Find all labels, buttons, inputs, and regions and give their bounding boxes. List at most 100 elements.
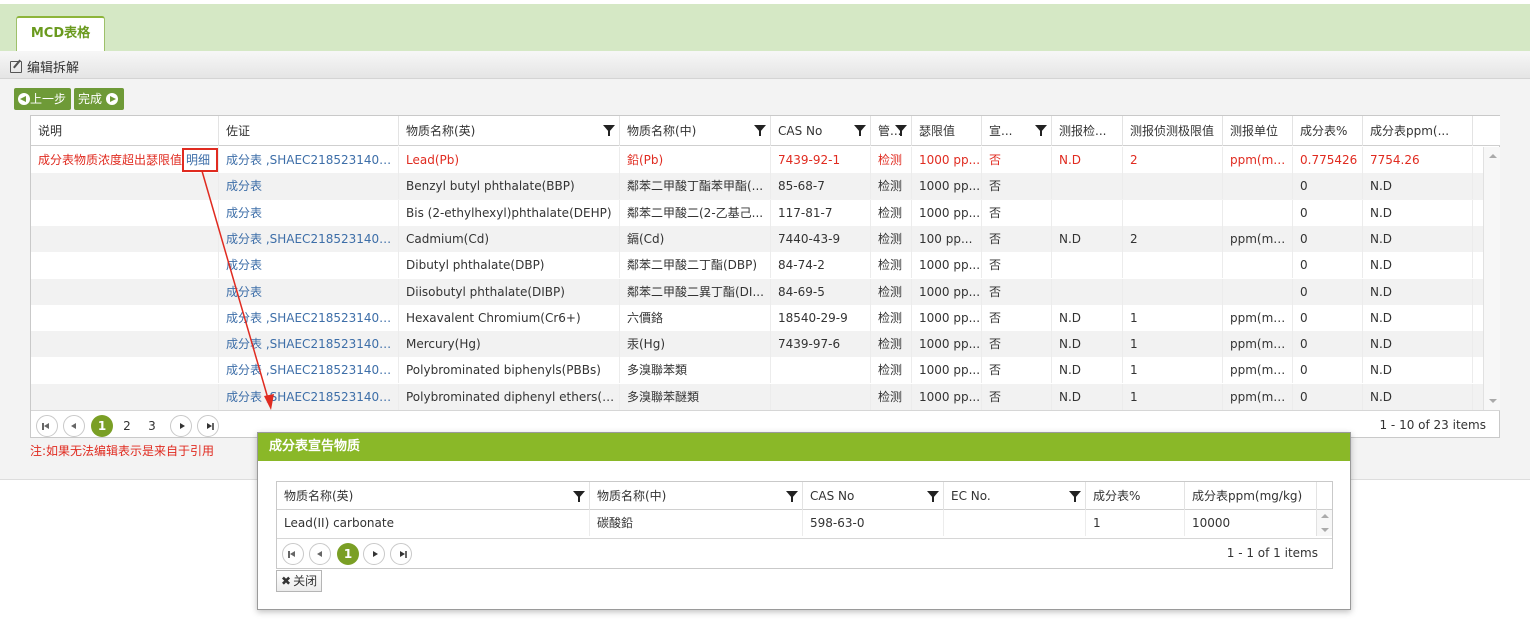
table-cell: 鎘(Cd) (620, 225, 771, 252)
table-cell: 1000 pp... (912, 304, 982, 331)
table-cell[interactable]: 成分表 (219, 173, 399, 200)
table-row[interactable]: 成分表 ,SHAEC2185231401/... Polybrominated d… (31, 383, 1483, 410)
prev-page-button[interactable] (63, 415, 85, 437)
column-header[interactable]: CAS No (803, 482, 944, 510)
table-cell: 检测 (871, 225, 912, 252)
table-row[interactable]: 成分表 Dibutyl phthalate(DBP) 鄰苯二甲酸二丁酯(DBP) 84… (31, 252, 1483, 279)
table-cell: 0 (1293, 357, 1363, 384)
column-header[interactable]: 成分表ppm(... (1363, 116, 1473, 146)
column-header[interactable]: 测报侦测极限值 (1123, 116, 1223, 146)
column-header[interactable]: 成分表% (1293, 116, 1363, 146)
table-cell: 2 (1123, 225, 1223, 252)
table-cell[interactable]: 成分表 ,SHAEC2185231401/... (219, 147, 399, 173)
column-header-label: 测报侦测极限值 (1130, 124, 1215, 138)
scroll-down-icon[interactable] (1321, 528, 1329, 532)
table-cell (31, 278, 219, 305)
prev-step-button[interactable]: 上一步 (14, 88, 71, 110)
filter-icon[interactable] (854, 125, 866, 136)
table-cell[interactable]: 成分表 (219, 199, 399, 226)
table-cell[interactable]: 成分表 (219, 278, 399, 305)
first-page-button[interactable] (36, 415, 58, 437)
table-cell: 10000 (1185, 510, 1317, 536)
column-header[interactable]: 物质名称(中) (620, 116, 771, 146)
page-number[interactable]: 1 (337, 543, 359, 565)
table-cell: 7439-97-6 (771, 331, 871, 358)
column-header[interactable]: 成分表ppm(mg/kg) (1185, 482, 1317, 510)
detail-highlight-box (182, 148, 218, 172)
filter-icon[interactable] (927, 491, 939, 502)
first-page-button[interactable] (282, 543, 304, 565)
table-row[interactable]: 成分表 ,SHAEC2185231401/... Polybrominated b… (31, 357, 1483, 384)
column-header[interactable]: 说明 (31, 116, 219, 146)
filter-icon[interactable] (1069, 491, 1081, 502)
table-cell: 1000 pp... (912, 278, 982, 305)
page-number[interactable]: 2 (116, 415, 138, 437)
tab-mcd-table[interactable]: MCD表格 (16, 16, 105, 51)
table-cell[interactable]: 成分表 ,SHAEC2185231401/... (219, 383, 399, 410)
column-header[interactable]: 管... (871, 116, 912, 146)
scroll-up-icon[interactable] (1489, 154, 1497, 158)
table-row[interactable]: 成分表 Diisobutyl phthalate(DIBP) 鄰苯二甲酸二異丁酯(D… (31, 278, 1483, 305)
dialog-scrollbar[interactable] (1316, 510, 1332, 536)
table-row[interactable]: 成分表 ,SHAEC2185231401/... Hexavalent Chrom… (31, 304, 1483, 331)
table-row[interactable]: 成分表物质浓度超出瑟限值 成分表 ,SHAEC2185231401/... Lead… (31, 147, 1483, 173)
column-header-label: EC No. (951, 489, 991, 503)
scroll-up-icon[interactable] (1321, 514, 1329, 518)
finish-button[interactable]: 完成 (74, 88, 124, 110)
column-header[interactable]: 测报检... (1052, 116, 1123, 146)
table-cell: N.D (1363, 199, 1473, 226)
arrow-left-icon (18, 93, 30, 105)
filter-icon[interactable] (786, 491, 798, 502)
grid-scrollbar[interactable] (1483, 147, 1500, 410)
column-header[interactable]: 物质名称(英) (277, 482, 590, 510)
table-cell: 1 (1123, 331, 1223, 358)
column-header[interactable]: 物质名称(中) (590, 482, 803, 510)
table-row[interactable]: Lead(II) carbonate 碳酸鉛 598-63-0 1 10000 (277, 510, 1317, 536)
table-cell[interactable]: 成分表 ,SHAEC2185231401/... (219, 331, 399, 358)
last-page-button[interactable] (197, 415, 219, 437)
table-cell[interactable]: 成分表 (219, 252, 399, 279)
table-cell: N.D (1363, 252, 1473, 279)
page-number[interactable]: 1 (91, 415, 113, 437)
table-row[interactable]: 成分表 ,SHAEC2185231401/... Cadmium(Cd) 鎘(Cd)… (31, 225, 1483, 253)
column-header[interactable]: 测报单位 (1223, 116, 1293, 146)
next-page-button[interactable] (170, 415, 192, 437)
close-button[interactable]: ✖ 关闭 (276, 570, 323, 592)
dialog-grid: 物质名称(英) 物质名称(中) CAS No EC No. 成分表% 成分表ppm(mg/… (276, 481, 1333, 569)
column-header[interactable]: 成分表% (1086, 482, 1185, 510)
table-cell: 检测 (871, 383, 912, 410)
next-page-button[interactable] (363, 543, 385, 565)
table-cell (1052, 173, 1123, 200)
column-header[interactable]: EC No. (944, 482, 1086, 510)
column-header[interactable]: CAS No (771, 116, 871, 146)
filter-icon[interactable] (603, 125, 615, 136)
table-cell: N.D (1363, 304, 1473, 331)
last-page-button[interactable] (390, 543, 412, 565)
table-cell: Cadmium(Cd) (399, 225, 620, 252)
table-row[interactable]: 成分表 Benzyl butyl phthalate(BBP) 鄰苯二甲酸丁酯苯甲酯… (31, 173, 1483, 200)
column-header[interactable]: 佐证 (219, 116, 399, 146)
table-cell: N.D (1052, 331, 1123, 358)
table-cell[interactable]: 成分表 ,SHAEC2185231401/... (219, 304, 399, 331)
table-cell[interactable]: 成分表 ,SHAEC2185231401/... (219, 357, 399, 384)
filter-icon[interactable] (754, 125, 766, 136)
column-header[interactable]: 宣... (982, 116, 1052, 146)
prev-page-button[interactable] (309, 543, 331, 565)
table-row[interactable]: 成分表 Bis (2-ethylhexyl)phthalate(DEHP) 鄰苯二甲… (31, 199, 1483, 226)
table-cell (1223, 173, 1293, 200)
column-header[interactable]: 物质名称(英) (399, 116, 620, 146)
scroll-down-icon[interactable] (1489, 399, 1497, 403)
filter-icon[interactable] (573, 491, 585, 502)
table-cell (31, 173, 219, 200)
page-number[interactable]: 3 (141, 415, 163, 437)
table-cell: 鄰苯二甲酸二(2-乙基己... (620, 199, 771, 226)
table-cell: 检测 (871, 357, 912, 384)
filter-icon[interactable] (895, 125, 907, 136)
table-cell[interactable]: 成分表 ,SHAEC2185231401/... (219, 225, 399, 252)
grid-body: 成分表 ,SHAEC2185231401/... Polybrominated d… (31, 147, 1500, 410)
filter-icon[interactable] (1035, 125, 1047, 136)
table-row[interactable]: 成分表 ,SHAEC2185231401/... Mercury(Hg) 汞(Hg)… (31, 331, 1483, 358)
column-header[interactable]: 瑟限值 (912, 116, 982, 146)
close-icon: ✖ (281, 574, 292, 588)
column-header-label: 成分表% (1300, 124, 1348, 138)
